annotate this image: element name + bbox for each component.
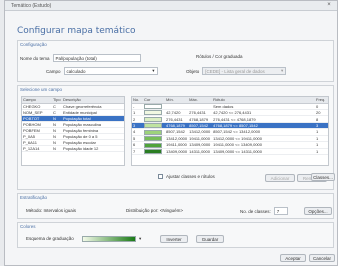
class-freq-cell: 1 [315, 148, 328, 156]
color-swatch[interactable] [144, 149, 162, 154]
field-type-cell: N [52, 145, 62, 152]
fields-section: Selecione um campo Campo Tipo Descrição … [17, 85, 334, 190]
colors-section: Colores Esquema de graduação ▾ Inverter … [17, 222, 334, 248]
method-label[interactable]: Método: Intervalos iguais [26, 208, 76, 213]
fields-list[interactable]: Campo Tipo Descrição CHEGKO C Chave georre… [21, 96, 125, 166]
color-scheme-label: Esquema de graduação [26, 236, 74, 241]
adjust-classes-checkbox[interactable] [158, 174, 163, 179]
class-color-cell [143, 148, 165, 156]
col-header-type[interactable]: Tipo [52, 97, 62, 104]
fields-section-title: Selecione um campo [20, 87, 63, 92]
class-color-cell [143, 128, 165, 136]
color-swatch[interactable] [144, 129, 162, 135]
class-color-cell [143, 135, 165, 143]
window-title: Temático (Estudo) [11, 3, 52, 9]
fields-table: Campo Tipo Descrição CHEGKO C Chave georre… [22, 97, 124, 152]
class-color-cell [143, 103, 165, 110]
classes-list[interactable]: No. Cor Mín. Máx. Rótulo Freq. - Sem dado… [131, 96, 329, 166]
class-min-cell: 13409,0000 [165, 148, 189, 156]
stratify-section: Estratificação Método: Intervalos iguais… [17, 193, 334, 219]
ok-button[interactable]: Aceptar [280, 254, 306, 262]
save-scheme-button[interactable]: Guardar [196, 235, 224, 243]
color-swatch[interactable] [144, 103, 162, 109]
colors-section-title: Colores [20, 224, 36, 229]
field-description-cell: População idade 12 [62, 145, 124, 152]
chevron-down-icon: ▾ [152, 68, 155, 73]
class-no-cell: 7 [132, 148, 143, 156]
class-color-cell [143, 115, 165, 123]
classes-table: No. Cor Mín. Máx. Rótulo Freq. - Sem dado… [132, 97, 328, 156]
class-color-cell [143, 141, 165, 149]
chevron-down-icon: ▾ [281, 68, 284, 73]
num-classes-input[interactable]: 7 [273, 207, 288, 215]
color-swatch[interactable] [144, 123, 162, 128]
config-section-title: Configuração [20, 42, 47, 47]
class-max-cell: 13412,0000 [188, 128, 213, 136]
class-row[interactable]: 7 13409,0000 14311,0000 13409,0000 <= 14311… [132, 148, 328, 156]
page-title: Configurar mapa temático [17, 26, 136, 36]
object-label: Objeto [186, 68, 200, 74]
config-section: Configuração Nome do tema Pal/população … [17, 40, 334, 82]
object-select-value: [CEDE] - Lista geral de dados [205, 68, 265, 74]
class-min-cell: 8507,1542 [165, 128, 189, 136]
color-swatch[interactable] [144, 136, 162, 141]
object-select[interactable]: [CEDE] - Lista geral de dados ▾ [202, 67, 287, 75]
class-max-cell: 19411,0000 [188, 135, 213, 143]
invert-button[interactable]: Inverter [160, 235, 188, 243]
field-row[interactable]: P_12A14 N População idade 12 [22, 145, 124, 152]
class-min-cell: 13412,0000 [165, 135, 189, 143]
class-min-cell: 19411,0000 [165, 141, 189, 149]
color-swatch[interactable] [144, 142, 162, 147]
stratify-options-button[interactable]: Opções... [304, 207, 332, 215]
color-swatch[interactable] [144, 110, 162, 115]
distribution-label[interactable]: Distribuição por: <Ninguém> [126, 208, 183, 213]
edit-classes-button[interactable]: Classes... [311, 173, 335, 181]
class-min-cell: 4768,1879 [165, 122, 189, 130]
field-label: Campo [46, 68, 61, 74]
layer-name-label: Nome do tema [20, 55, 50, 61]
class-color-cell [143, 122, 165, 130]
adjust-classes-label: Ajustar classes e rótulos [166, 174, 215, 179]
close-icon[interactable]: × [325, 2, 333, 9]
title-bar: Temático (Estudo) × [5, 1, 337, 11]
stratify-section-title: Estratificação [20, 195, 48, 200]
add-class-button[interactable]: Adicionar [265, 174, 295, 182]
chevron-down-icon[interactable]: ▾ [139, 236, 141, 242]
class-label-cell: 13409,0000 <= 14311,0000 [212, 148, 315, 156]
field-select-value: calculado [66, 68, 86, 74]
color-swatch[interactable] [144, 116, 162, 122]
field-select[interactable]: calculado ▾ [63, 67, 158, 75]
field-name-cell: P_12A14 [22, 145, 52, 152]
cancel-button[interactable]: Cancelar [309, 254, 335, 262]
color-gradient-preview[interactable] [82, 236, 136, 242]
class-max-cell: 14311,0000 [188, 148, 213, 156]
layer-name-input[interactable]: Pal/população (total) [52, 54, 141, 62]
class-color-cell [143, 109, 165, 117]
num-classes-label: No. de classes: [240, 208, 271, 214]
class-max-cell: 13409,0000 [188, 141, 213, 149]
subtitle-label: Rótulos / Cor graduada [196, 54, 243, 59]
